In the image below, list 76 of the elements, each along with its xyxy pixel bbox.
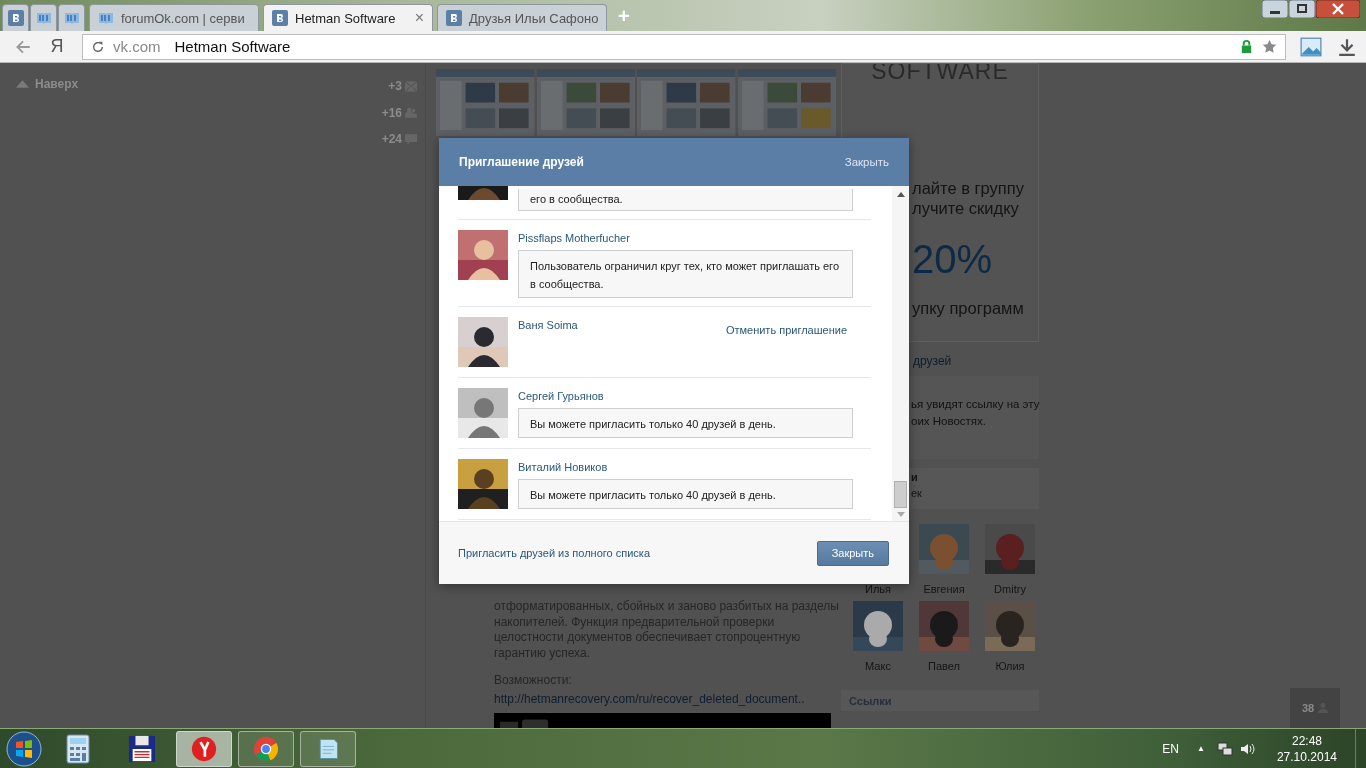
page-title: Hetman Software [174,38,291,55]
browser-tab[interactable] [58,4,85,31]
browser-logo[interactable]: Я [42,36,72,57]
friends-subtitle: ек [911,487,922,499]
dialog-title: Приглашение друзей [459,155,584,169]
vk-icon [272,10,288,26]
taskbar-button[interactable] [300,730,356,767]
ad-discount: 20% [912,236,993,283]
friend-name[interactable]: Евгения [923,583,965,595]
scroll-thumb[interactable] [894,481,907,508]
notice-text: его в сообщества. [530,193,623,205]
clock[interactable]: 22:48 27.10.2014 [1276,732,1337,765]
close-button[interactable]: Закрыть [816,540,889,566]
taskbar-button[interactable] [238,730,294,767]
notice-text: Пользователь ограничил круг тех, кто может приглашать его в сообщества. [530,260,839,290]
close-icon[interactable]: × [414,9,424,27]
friend-name[interactable]: Сергей Гурьянов [518,390,604,402]
invite-all-link[interactable]: Пригласить друзей из полного списка [458,547,650,559]
minimize-button[interactable] [1262,0,1288,18]
back-to-top-link[interactable]: Наверх [35,77,79,91]
restore-button[interactable] [1289,0,1315,18]
address-host: vk.com [113,38,161,55]
scrollbar[interactable] [892,186,909,521]
taskbar-button[interactable] [176,730,232,767]
counter-value: +24 [381,132,402,147]
clock-date: 27.10.2014 [1276,748,1337,765]
image-icon[interactable] [1300,36,1322,57]
lock-icon [1239,39,1254,54]
tab-title: forumOk.com | серви [121,10,246,26]
ad-text: лайте в группу [912,178,1024,198]
address-field[interactable]: vk.com Hetman Software [82,33,1286,60]
online-count: 38 [1301,702,1315,714]
download-icon[interactable] [1336,36,1358,57]
vk-icon [446,10,462,26]
friend-name[interactable]: Виталий Новиков [518,461,608,473]
friend-name[interactable]: Pissflaps Motherfucher [518,232,630,244]
browser-tab[interactable] [2,4,29,31]
clock-time: 22:48 [1291,732,1322,749]
tab-title: Друзья Ильи Сафоно [469,10,598,26]
browser-tab[interactable]: Hetman Software × [263,4,433,31]
book-icon [63,10,80,26]
friend-name[interactable]: Юлия [995,660,1025,672]
book-icon [35,10,52,26]
browser-tab[interactable] [30,4,57,31]
scroll-down-icon[interactable] [896,512,905,517]
notice-text: Вы можете пригласить только 40 друзей в день. [530,489,776,501]
note-text: ья увидят ссылку на эту оих Новостях. [911,397,1040,429]
friend-name[interactable]: Dmitry [994,583,1026,595]
close-link[interactable]: Закрыть [844,156,889,168]
network-icon[interactable] [1216,740,1233,757]
ad-text: лучите скидку [912,198,1019,218]
chrome-icon [253,735,279,762]
notice-text: Вы можете пригласить только 40 друзей в день. [530,418,776,430]
chat-badge[interactable]: 38 [1290,688,1340,728]
language-indicator[interactable]: EN [1162,741,1179,756]
friends-title: и [911,471,918,483]
start-button[interactable] [6,730,42,767]
post-link[interactable]: http://hetmanrecovery.com/ru/recover_deleted_document.. [494,691,805,706]
ad-text: упку программ [912,298,1024,318]
browser-tab[interactable]: Друзья Ильи Сафоно [437,4,607,31]
calculator-icon[interactable] [64,733,92,764]
browser-icon [191,735,217,762]
counter-value: +16 [381,105,402,120]
friend-name[interactable]: Ваня Soima [518,319,578,331]
book-icon [98,10,114,26]
scroll-up-icon[interactable] [896,192,905,197]
browser-tab[interactable]: forumOk.com | серви [89,4,259,31]
vk-icon [7,10,24,26]
reload-icon[interactable] [91,39,105,54]
friend-name[interactable]: Макс [865,660,891,672]
tab-title: Hetman Software [295,10,397,26]
tray-expand-button[interactable]: ▲ [1197,744,1205,753]
star-icon[interactable] [1262,39,1277,54]
close-button[interactable] [1316,0,1360,18]
friend-name[interactable]: Павел [928,660,960,672]
counter-value: +3 [388,79,402,94]
